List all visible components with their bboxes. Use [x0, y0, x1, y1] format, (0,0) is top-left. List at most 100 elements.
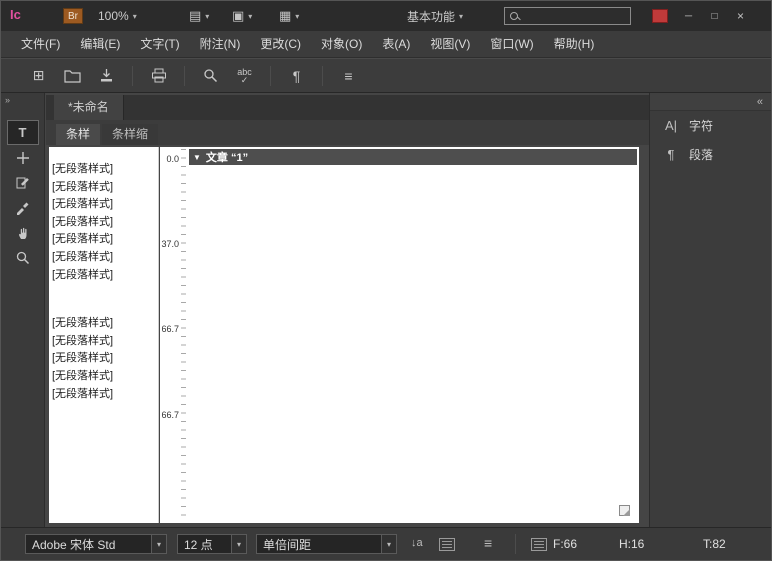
document-tabbar: *未命名	[46, 95, 651, 120]
tab-styles-2[interactable]: 条样缩	[102, 124, 158, 145]
character-panel-icon: A|	[662, 118, 680, 133]
chevron-down-icon: ▾	[205, 12, 209, 21]
menu-table[interactable]: 表(A)	[372, 31, 420, 58]
search-input[interactable]	[523, 10, 625, 22]
style-row[interactable]: [无段落样式]	[49, 350, 158, 368]
save-icon	[99, 68, 114, 83]
statusbar-menu-icon[interactable]: ≡	[484, 535, 492, 551]
spell-check-button[interactable]: abc ✓	[233, 64, 256, 88]
type-tool-icon: T	[19, 125, 27, 140]
close-button[interactable]: ×	[729, 8, 752, 24]
note-icon	[15, 175, 30, 190]
bridge-button[interactable]: Br	[63, 8, 83, 24]
menu-help[interactable]: 帮助(H)	[544, 31, 605, 58]
type-tool[interactable]: T	[8, 121, 38, 144]
grabber-icon	[16, 151, 30, 165]
menu-changes[interactable]: 更改(C)	[250, 31, 311, 58]
toolbar: ⊞ abc ✓ ¶ ≡	[1, 58, 771, 93]
search-box[interactable]	[504, 7, 631, 25]
view-options-dropdown[interactable]: ▤ ▾	[189, 1, 209, 31]
view-options-icon: ▤	[189, 8, 201, 24]
menu-file[interactable]: 文件(F)	[11, 31, 70, 58]
open-button[interactable]	[61, 64, 84, 88]
find-button[interactable]	[199, 64, 222, 88]
menu-view[interactable]: 视图(V)	[420, 31, 480, 58]
hand-icon	[16, 225, 30, 240]
magnifier-icon	[16, 251, 30, 265]
collapse-panels-icon[interactable]: «	[757, 96, 763, 108]
menu-notes[interactable]: 附注(N)	[190, 31, 251, 58]
leading-dropdown[interactable]: 单倍间距 ▾	[256, 534, 397, 554]
panel-label: 段落	[689, 146, 713, 163]
chevron-down-icon: ▾	[133, 12, 137, 21]
chevron-down-icon: ▾	[231, 535, 246, 553]
document-tab-untitled[interactable]: *未命名	[54, 95, 124, 120]
arrange-documents-dropdown[interactable]: ▦ ▾	[279, 1, 299, 31]
story-title: 文章 “1”	[206, 149, 248, 165]
leading-value: 单倍间距	[257, 536, 381, 553]
folder-icon	[64, 69, 81, 83]
collapse-triangle-icon[interactable]: ▼	[193, 153, 201, 162]
panel-item-character[interactable]: A| 字符	[650, 111, 771, 140]
hand-tool[interactable]	[8, 221, 38, 244]
eyedropper-icon	[15, 200, 30, 215]
document-area: *未命名 条样 条样缩 [无段落样式] [无段落样式] [无段落样式] [无段落…	[46, 93, 651, 527]
menu-window[interactable]: 窗口(W)	[480, 31, 543, 58]
workspace: » T *未命名 条	[1, 93, 771, 527]
minimize-button[interactable]: ─	[677, 8, 700, 24]
menu-object[interactable]: 对象(O)	[311, 31, 372, 58]
search-icon	[510, 12, 518, 20]
tab-styles[interactable]: 条样	[56, 124, 100, 145]
story-header[interactable]: ▼ 文章 “1”	[189, 149, 637, 165]
screen-mode-icon: ▣	[232, 8, 244, 24]
ruler-ticks	[181, 149, 186, 521]
arrange-documents-icon: ▦	[279, 8, 291, 24]
toolbar-menu-button[interactable]: ≡	[337, 64, 360, 88]
screen-mode-dropdown[interactable]: ▣ ▾	[232, 1, 252, 31]
style-row[interactable]: [无段落样式]	[49, 214, 158, 232]
style-row[interactable]: [无段落样式]	[49, 179, 158, 197]
spell-check-icon: abc ✓	[237, 68, 252, 84]
counter-t: T:82	[703, 537, 726, 551]
print-button[interactable]	[147, 64, 170, 88]
font-family-dropdown[interactable]: Adobe 宋体 Std ▾	[25, 534, 167, 554]
note-tool[interactable]	[8, 171, 38, 194]
show-hidden-characters-button[interactable]: ¶	[285, 64, 308, 88]
style-row[interactable]: [无段落样式]	[49, 267, 158, 285]
style-row[interactable]: [无段落样式]	[49, 368, 158, 386]
line-count-icon	[531, 538, 547, 551]
font-size-dropdown[interactable]: 12 点 ▾	[177, 534, 247, 554]
zoom-level-value: 100%	[98, 9, 129, 23]
zoom-tool[interactable]	[8, 246, 38, 269]
style-row[interactable]: [无段落样式]	[49, 161, 158, 179]
style-row[interactable]: [无段落样式]	[49, 333, 158, 351]
font-family-value: Adobe 宋体 Std	[26, 536, 151, 553]
style-row[interactable]: [无段落样式]	[49, 386, 158, 404]
red-window-badge[interactable]	[652, 9, 668, 23]
ruler-mark: 66.7	[161, 324, 179, 334]
save-button[interactable]	[95, 64, 118, 88]
menubar: 文件(F) 编辑(E) 文字(T) 附注(N) 更改(C) 对象(O) 表(A)…	[1, 31, 771, 58]
style-row[interactable]: [无段落样式]	[49, 249, 158, 267]
text-direction-icon[interactable]: ↓a	[411, 537, 423, 549]
zoom-level-dropdown[interactable]: 100% ▾	[98, 1, 137, 31]
ruler-mark: 37.0	[161, 239, 179, 249]
tools-panel: » T	[1, 93, 45, 527]
maximize-button[interactable]: □	[703, 8, 726, 24]
font-size-value: 12 点	[178, 536, 231, 553]
story-editor[interactable]: ▼ 文章 “1”	[187, 147, 639, 523]
counter-f: F:66	[553, 537, 577, 551]
galley-info-icon[interactable]	[439, 538, 455, 551]
grabber-tool[interactable]	[8, 146, 38, 169]
menu-type[interactable]: 文字(T)	[130, 31, 189, 58]
workspace-switcher[interactable]: 基本功能 ▾	[407, 1, 463, 31]
panel-item-paragraph[interactable]: ¶ 段落	[650, 140, 771, 169]
style-row[interactable]: [无段落样式]	[49, 315, 158, 333]
style-row[interactable]: [无段落样式]	[49, 196, 158, 214]
menu-edit[interactable]: 编辑(E)	[70, 31, 130, 58]
eyedropper-tool[interactable]	[8, 196, 38, 219]
new-document-button[interactable]: ⊞	[27, 64, 50, 88]
expand-tools-icon[interactable]: »	[1, 93, 44, 107]
page-curl-icon	[619, 505, 630, 516]
style-row[interactable]: [无段落样式]	[49, 231, 158, 249]
